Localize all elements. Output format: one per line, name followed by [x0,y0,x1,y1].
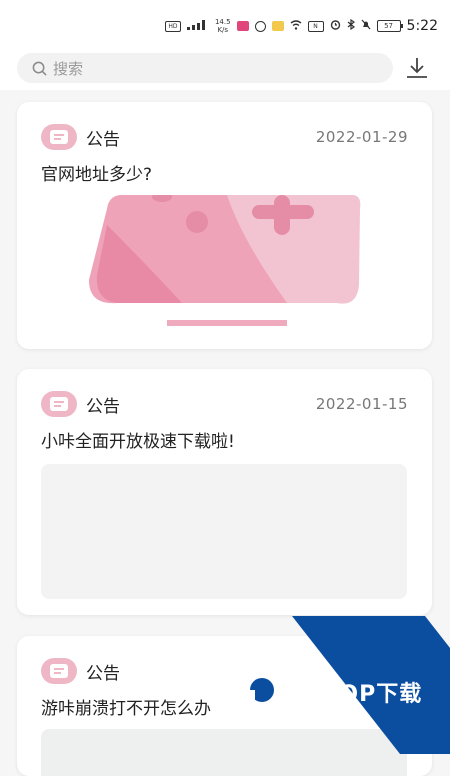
game-controller-icon [89,195,361,326]
search-placeholder: 搜索 [53,59,84,78]
card-tag: 公告 [86,129,120,150]
announcement-icon [41,391,77,417]
card-header: 公告 2022-01-29 [41,122,408,152]
card-header: 公告 2022-01-15 [41,389,408,419]
announcement-icon [41,124,77,150]
search-icon [32,61,47,76]
battery-icon: 57 [376,20,403,32]
wifi-icon [290,19,302,33]
hd-icon: HD [164,20,181,32]
signal-icon [186,19,209,33]
watermark-sub: PCPOP Download [288,698,347,705]
announcement-card[interactable]: 公告 2022-01-15 小咔全面开放极速下载啦! [17,369,432,615]
nfc-icon: N [307,20,324,32]
card-title: 官网地址多少? [41,165,153,185]
alarm-icon [330,19,341,33]
search-input[interactable]: 搜索 [17,53,393,83]
card-date: 2022-01-29 [315,128,408,146]
ring-icon [254,20,266,32]
top-bar: 搜索 [0,50,450,90]
card-title: 小咔全面开放极速下载啦! [41,432,235,452]
card-tag: 公告 [86,663,120,684]
status-time: 5:22 [406,18,438,34]
announcement-icon [41,658,77,684]
card-title: 游咔崩溃打不开怎么办 [41,699,211,719]
status-bar: HD 14.5 K/s N 57 5:22 [0,0,450,50]
app-notification-icon [236,21,249,31]
card-tag: 公告 [86,396,120,417]
status-icons: HD 14.5 K/s N 57 5:22 [164,18,438,34]
announcement-card[interactable]: 公告 2022-01-29 官网地址多少? [17,102,432,349]
bluetooth-icon [347,18,355,33]
card-image [41,729,407,776]
card-date: 2022-01-15 [315,395,408,413]
message-icon [271,21,284,31]
download-icon [407,58,427,78]
mute-icon [361,19,371,33]
download-button[interactable] [402,53,432,83]
network-speed: 14.5 K/s [214,18,231,34]
card-image-placeholder [41,464,407,599]
